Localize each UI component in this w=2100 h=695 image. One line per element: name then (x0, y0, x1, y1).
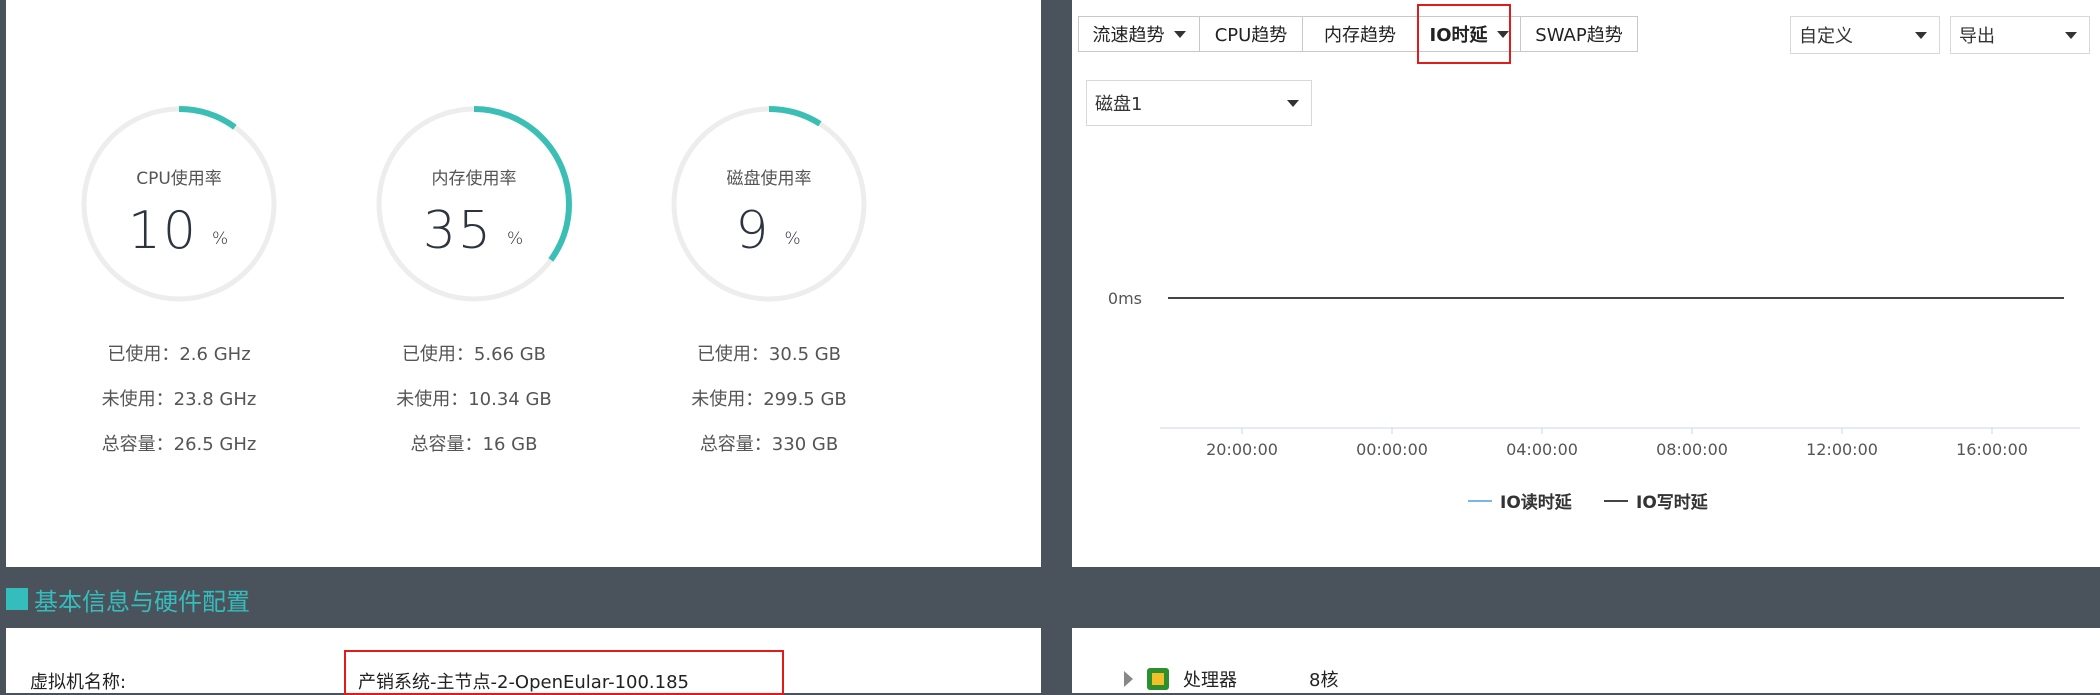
section-title: 基本信息与硬件配置 (6, 584, 250, 616)
cpu-usage-value: 10% (127, 201, 231, 261)
memory-unused: 未使用：10.34 GB (396, 389, 552, 410)
x-tick-label: 08:00:00 (1656, 440, 1728, 459)
memory-usage-label: 内存使用率 (431, 169, 517, 189)
memory-usage-gauge: 内存使用率 35% (374, 104, 574, 304)
disk-used: 已使用：30.5 GB (696, 344, 842, 365)
memory-usage-value: 35% (422, 201, 526, 261)
legend-io-write[interactable]: IO写时延 (1604, 488, 1708, 513)
x-tick-label: 00:00:00 (1356, 440, 1428, 459)
disk-usage-label: 磁盘使用率 (726, 169, 812, 189)
cpu-usage-label: CPU使用率 (136, 169, 222, 189)
hardware-name: 处理器 (1183, 670, 1237, 691)
trend-chart-panel: 流速趋势 CPU趋势 内存趋势 IO时延 SWAP趋势 自定义 导出 磁盘1 2… (1072, 0, 2100, 567)
memory-used: 已使用：5.66 GB (401, 344, 547, 365)
cpu-used: 已使用：2.6 GHz (107, 344, 251, 365)
hardware-row-processor[interactable]: 处理器 8核 (1124, 666, 1338, 692)
cpu-unused: 未使用：23.8 GHz (101, 389, 257, 410)
processor-chip-icon (1147, 668, 1169, 690)
y-tick-label: 0ms (1108, 289, 1142, 308)
disk-usage-gauge: 磁盘使用率 9% (669, 104, 869, 304)
disk-usage-value: 9% (735, 201, 803, 261)
x-tick-label: 04:00:00 (1506, 440, 1578, 459)
x-tick-label: 12:00:00 (1806, 440, 1878, 459)
vm-name-label: 虚拟机名称: (30, 672, 127, 693)
memory-total: 总容量：16 GB (410, 434, 538, 455)
x-tick-label: 16:00:00 (1956, 440, 2028, 459)
expand-arrow-icon[interactable] (1124, 671, 1133, 687)
memory-stats: 已使用：5.66 GB 未使用：10.34 GB 总容量：16 GB (374, 340, 574, 475)
hardware-value: 8核 (1309, 670, 1339, 691)
usage-overview-panel: CPU使用率 10% 已使用：2.6 GHz 未使用：23.8 GHz 总容量：… (6, 0, 1041, 567)
disk-total: 总容量：330 GB (699, 434, 839, 455)
legend-swatch (1468, 499, 1492, 502)
x-tick-label: 20:00:00 (1206, 440, 1278, 459)
io-latency-chart: 20:00:00 00:00:00 04:00:00 08:00:00 12:00:00… (1108, 289, 2080, 459)
section-marker-icon (6, 588, 28, 610)
disk-stats: 已使用：30.5 GB 未使用：299.5 GB 总容量：330 GB (669, 340, 869, 475)
legend-io-read[interactable]: IO读时延 (1468, 488, 1572, 513)
cpu-usage-gauge: CPU使用率 10% (79, 104, 279, 304)
cpu-stats: 已使用：2.6 GHz 未使用：23.8 GHz 总容量：26.5 GHz (79, 340, 279, 475)
cpu-total: 总容量：26.5 GHz (101, 434, 257, 455)
legend-swatch (1604, 499, 1628, 502)
disk-unused: 未使用：299.5 GB (691, 389, 847, 410)
vm-name-highlight-box (344, 650, 784, 695)
